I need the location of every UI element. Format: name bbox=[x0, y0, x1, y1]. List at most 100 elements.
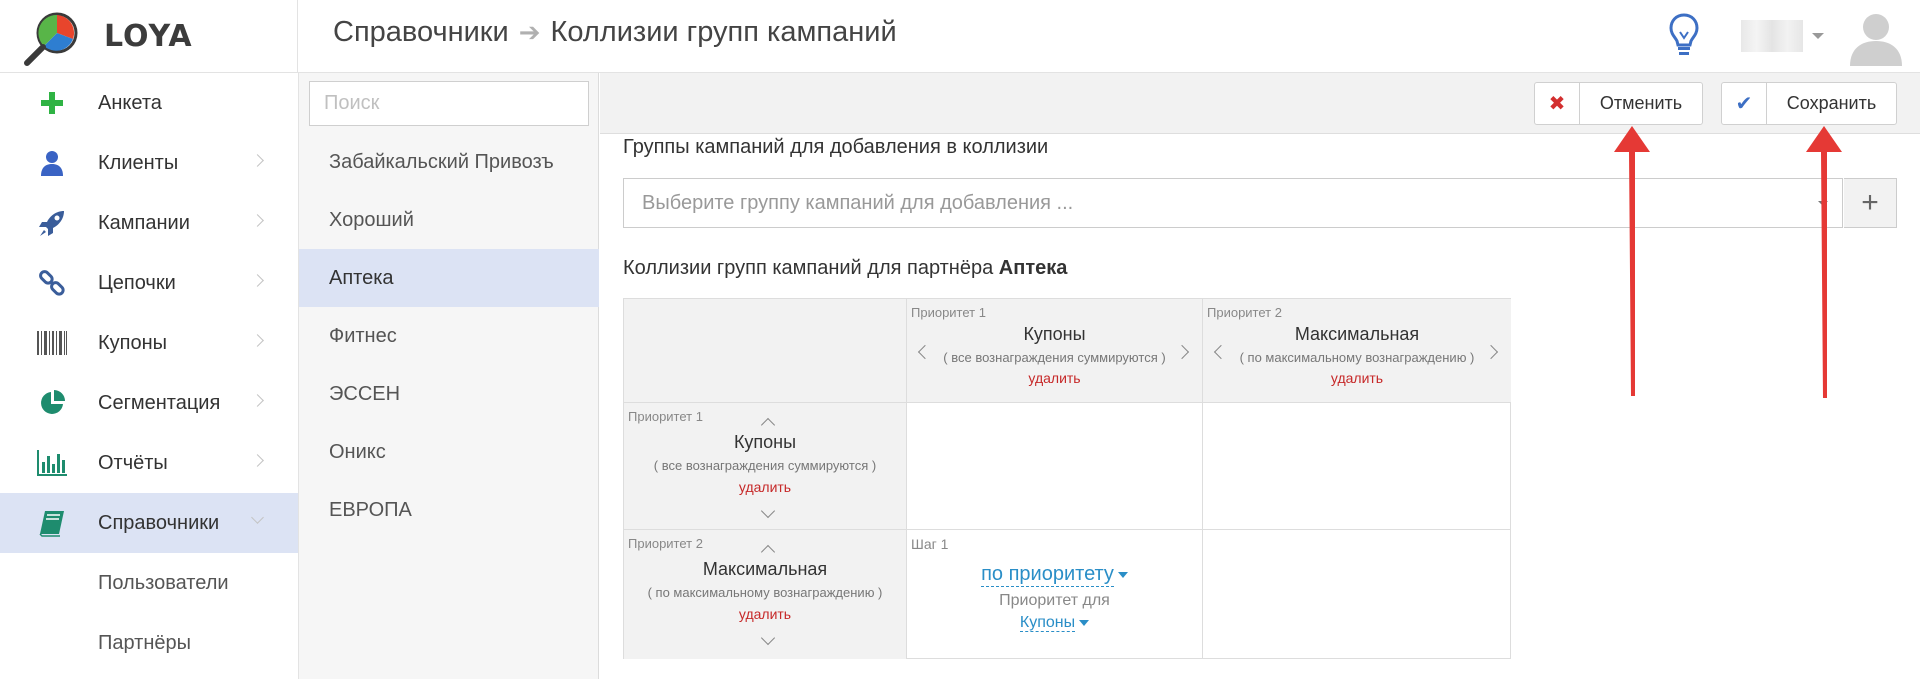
sidebar-subitem-users[interactable]: Пользователи bbox=[0, 553, 298, 613]
campaign-group-select-placeholder: Выберите группу кампаний для добавления … bbox=[642, 191, 1074, 214]
column-priority-label: Приоритет 2 bbox=[1207, 305, 1282, 320]
rocket-icon bbox=[37, 208, 67, 238]
matrix-column-header: Приоритет 2 Максимальная ( по максимальн… bbox=[1203, 299, 1511, 403]
cancel-button[interactable]: ✖ Отменить bbox=[1534, 82, 1703, 125]
partners-panel: Забайкальский Привозъ Хороший Аптека Фит… bbox=[299, 73, 599, 679]
sidebar-subitem-partners[interactable]: Партнёры bbox=[0, 613, 298, 673]
sidebar-item-segmentation[interactable]: Сегментация bbox=[0, 373, 298, 433]
caret-down-icon bbox=[1117, 571, 1128, 578]
pie-chart-icon bbox=[37, 388, 67, 418]
sidebar-item-anketa[interactable]: Анкета bbox=[0, 73, 298, 133]
column-delete-link[interactable]: удалить bbox=[907, 370, 1202, 386]
add-group-button[interactable]: + bbox=[1844, 178, 1897, 228]
collisions-partner-name: Аптека bbox=[998, 257, 1068, 279]
matrix-cell-empty bbox=[1203, 530, 1511, 659]
user-icon bbox=[37, 148, 67, 178]
collision-rule-cell: Шаг 1 по приоритету Приоритет для Купоны bbox=[907, 530, 1203, 659]
partner-item[interactable]: ЭССЕН bbox=[299, 365, 599, 423]
sidebar-item-chains[interactable]: Цепочки bbox=[0, 253, 298, 313]
page-title: Коллизии групп кампаний bbox=[550, 16, 897, 48]
chevron-right-icon bbox=[251, 154, 264, 167]
partner-item[interactable]: Хороший bbox=[299, 191, 599, 249]
partner-item-active[interactable]: Аптека bbox=[299, 249, 599, 307]
rule-target-label: Купоны bbox=[1019, 614, 1076, 632]
chain-icon bbox=[37, 268, 67, 298]
rule-mode-dropdown[interactable]: по приоритету bbox=[907, 563, 1202, 587]
partner-item[interactable]: Оникс bbox=[299, 423, 599, 481]
row-priority-label: Приоритет 2 bbox=[628, 536, 703, 551]
breadcrumb: Справочники ➔ Коллизии групп кампаний bbox=[333, 16, 897, 49]
cancel-button-label: Отменить bbox=[1599, 93, 1683, 113]
matrix-corner-cell bbox=[624, 299, 907, 403]
matrix-row-header: Приоритет 1 Купоны ( все вознаграждения … bbox=[624, 403, 907, 530]
book-icon bbox=[37, 508, 67, 538]
row-delete-link[interactable]: удалить bbox=[624, 606, 906, 622]
sidebar-item-label: Анкета bbox=[98, 91, 162, 114]
matrix-column-header: Приоритет 1 Купоны ( все вознаграждения … bbox=[907, 299, 1203, 403]
rule-priority-for-label: Приоритет для bbox=[999, 592, 1110, 609]
logo-icon bbox=[24, 12, 78, 66]
matrix-row-header: Приоритет 2 Максимальная ( по максимальн… bbox=[624, 530, 907, 659]
sidebar-item-campaigns[interactable]: Кампании bbox=[0, 193, 298, 253]
breadcrumb-arrow-icon: ➔ bbox=[518, 17, 541, 47]
rule-target-dropdown[interactable]: Купоны bbox=[907, 614, 1202, 632]
lightbulb-icon[interactable] bbox=[1668, 12, 1700, 58]
sidebar-item-reports[interactable]: Отчёты bbox=[0, 433, 298, 493]
matrix-cell-empty bbox=[1203, 403, 1511, 530]
matrix-cell-empty bbox=[907, 403, 1203, 530]
sidebar-item-coupons[interactable]: Купоны bbox=[0, 313, 298, 373]
row-priority-label: Приоритет 1 bbox=[628, 409, 703, 424]
plus-icon: + bbox=[1861, 186, 1879, 219]
sidebar-item-label: Справочники bbox=[98, 511, 220, 534]
sidebar-item-clients[interactable]: Клиенты bbox=[0, 133, 298, 193]
rule-step-label: Шаг 1 bbox=[911, 536, 949, 552]
row-delete-link[interactable]: удалить bbox=[624, 479, 906, 495]
move-up-icon[interactable] bbox=[760, 417, 776, 433]
chevron-right-icon bbox=[251, 274, 264, 287]
campaign-group-select[interactable]: Выберите группу кампаний для добавления … bbox=[623, 178, 1843, 228]
column-group-name: Купоны bbox=[1023, 324, 1086, 344]
user-menu-caret-icon[interactable] bbox=[1812, 33, 1824, 39]
close-icon: ✖ bbox=[1535, 83, 1580, 124]
column-delete-link[interactable]: удалить bbox=[1203, 370, 1511, 386]
chevron-right-icon bbox=[251, 454, 264, 467]
user-name[interactable] bbox=[1741, 20, 1803, 52]
partner-search-input[interactable] bbox=[309, 81, 589, 126]
sidebar: Анкета Клиенты Кампании Цепочки Купоны С… bbox=[0, 73, 299, 679]
row-group-name: Купоны bbox=[733, 432, 797, 452]
partner-item[interactable]: Фитнес bbox=[299, 307, 599, 365]
column-group-desc: ( все вознаграждения суммируются ) bbox=[943, 350, 1166, 365]
app-name: LOYA bbox=[104, 19, 193, 54]
sidebar-item-label: Цепочки bbox=[98, 271, 176, 294]
move-down-icon[interactable] bbox=[760, 630, 776, 646]
barcode-icon bbox=[37, 328, 67, 358]
column-group-desc: ( по максимальному вознаграждению ) bbox=[1239, 350, 1475, 365]
sidebar-item-directories[interactable]: Справочники bbox=[0, 493, 298, 553]
dropdown-caret-icon bbox=[1818, 201, 1828, 206]
breadcrumb-parent[interactable]: Справочники bbox=[333, 16, 509, 49]
chevron-right-icon bbox=[251, 214, 264, 227]
avatar[interactable] bbox=[1848, 8, 1904, 66]
partner-list: Забайкальский Привозъ Хороший Аптека Фит… bbox=[299, 133, 599, 539]
partner-item[interactable]: ЕВРОПА bbox=[299, 481, 599, 539]
sidebar-item-label: Кампании bbox=[98, 211, 190, 234]
plus-icon bbox=[37, 88, 67, 118]
chevron-right-icon bbox=[251, 334, 264, 347]
chevron-down-icon bbox=[251, 511, 264, 524]
move-down-icon[interactable] bbox=[760, 503, 776, 519]
sidebar-item-label: Купоны bbox=[98, 331, 168, 354]
partner-item[interactable]: Забайкальский Привозъ bbox=[299, 133, 599, 191]
action-toolbar: ✖ Отменить ✔ Сохранить bbox=[600, 73, 1920, 134]
move-up-icon[interactable] bbox=[760, 544, 776, 560]
top-bar: LOYA Справочники ➔ Коллизии групп кампан… bbox=[0, 0, 1920, 73]
collisions-title-prefix: Коллизии групп кампаний для партнёра bbox=[623, 257, 994, 279]
column-group-name: Максимальная bbox=[1294, 324, 1420, 344]
chevron-right-icon bbox=[251, 394, 264, 407]
logo-area[interactable]: LOYA bbox=[0, 0, 298, 73]
bar-chart-icon bbox=[37, 448, 67, 478]
annotation-arrow-cancel bbox=[1614, 126, 1650, 396]
sidebar-item-label: Отчёты bbox=[98, 451, 168, 474]
save-button[interactable]: ✔ Сохранить bbox=[1721, 82, 1897, 125]
add-groups-title: Группы кампаний для добавления в коллизи… bbox=[623, 136, 1049, 158]
annotation-arrow-save bbox=[1806, 126, 1842, 398]
